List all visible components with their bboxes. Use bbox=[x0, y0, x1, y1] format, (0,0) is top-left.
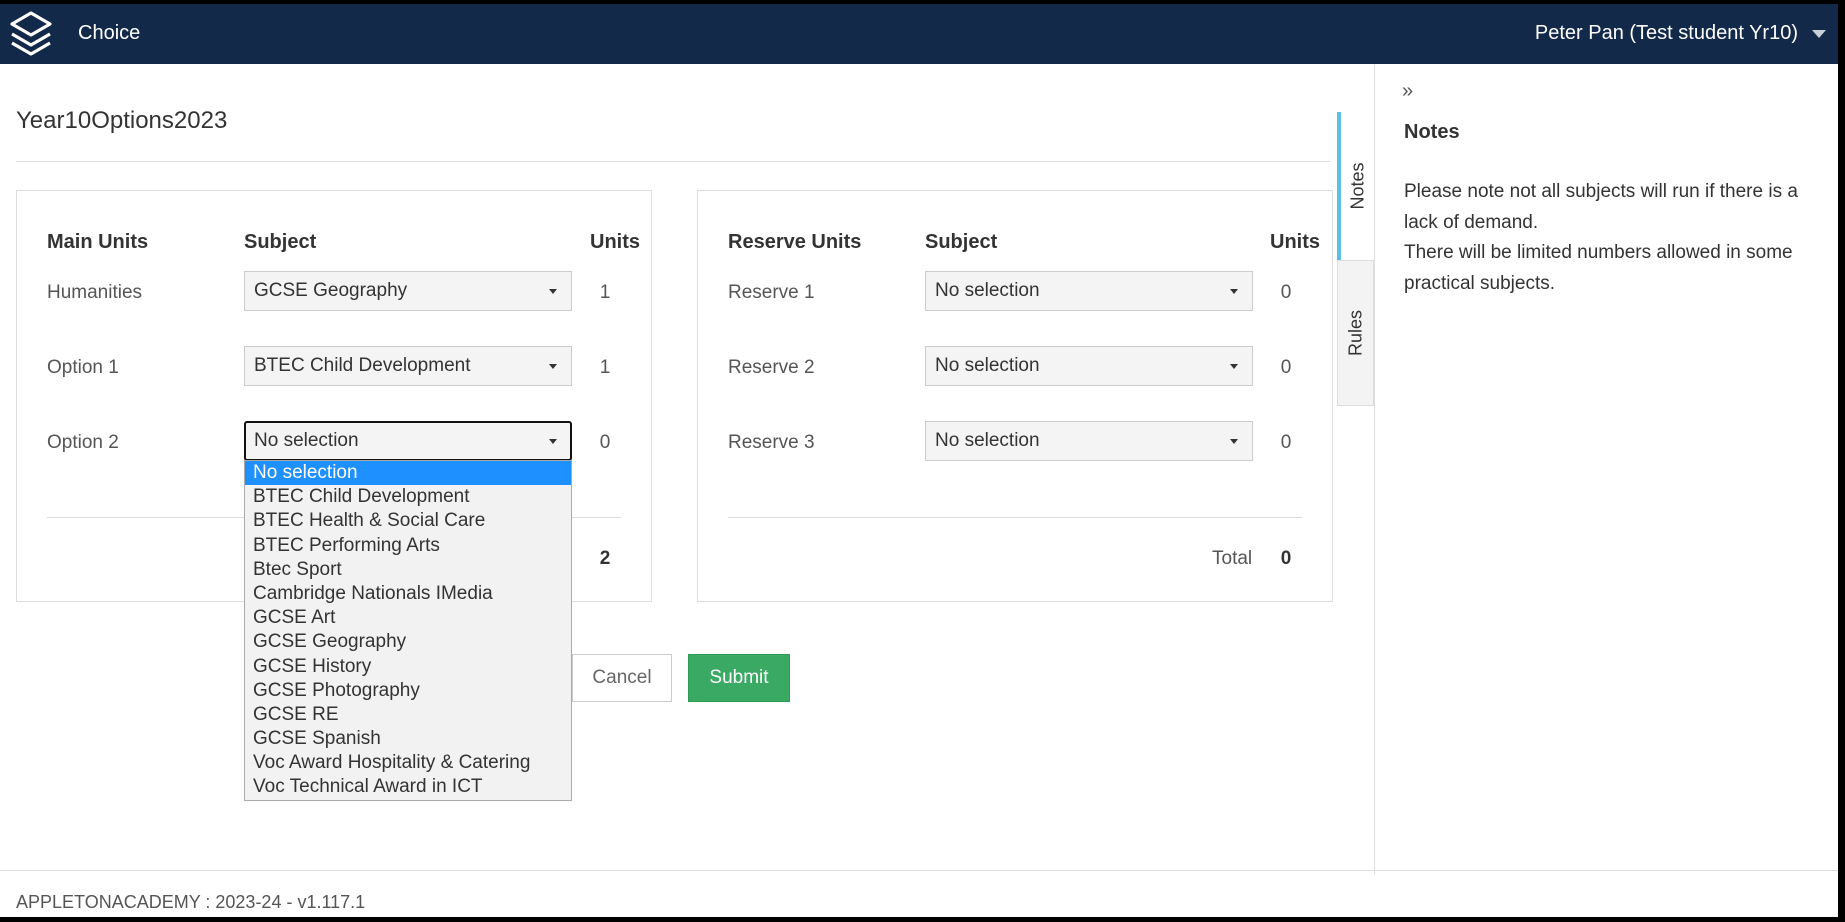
subject-select-reserve-2[interactable]: No selection bbox=[925, 346, 1253, 386]
units-value: 0 bbox=[599, 432, 611, 453]
select-value: BTEC Child Development bbox=[254, 355, 471, 376]
caret-down-icon bbox=[549, 289, 557, 294]
dropdown-option[interactable]: Voc Technical Award in ICT bbox=[245, 775, 571, 799]
dropdown-option[interactable]: Btec Sport bbox=[245, 558, 571, 582]
reserve-units-panel: Reserve Units Subject Units Reserve 1 No… bbox=[697, 190, 1333, 602]
caret-down-icon bbox=[1230, 289, 1238, 294]
notes-body: Please note not all subjects will run if… bbox=[1404, 177, 1824, 299]
subject-select-reserve-3[interactable]: No selection bbox=[925, 421, 1253, 461]
divider bbox=[728, 517, 1302, 518]
side-tabs: Notes Rules bbox=[1337, 112, 1374, 406]
subject-header: Subject bbox=[244, 231, 317, 253]
row-label-reserve-2: Reserve 2 bbox=[728, 357, 815, 378]
units-value: 0 bbox=[1280, 357, 1292, 378]
tab-notes[interactable]: Notes bbox=[1337, 112, 1374, 260]
select-value: GCSE Geography bbox=[254, 280, 408, 301]
units-value: 0 bbox=[1280, 432, 1292, 453]
dropdown-option[interactable]: Voc Award Hospitality & Catering bbox=[245, 751, 571, 775]
divider bbox=[16, 161, 1330, 162]
footer-version: APPLETONACADEMY : 2023-24 - v1.117.1 bbox=[16, 892, 366, 912]
chevron-down-icon bbox=[1812, 29, 1826, 38]
select-value: No selection bbox=[935, 355, 1040, 376]
top-bar: Choice Peter Pan (Test student Yr10) bbox=[0, 4, 1838, 64]
dropdown-option[interactable]: GCSE History bbox=[245, 655, 571, 679]
app-window: Choice Peter Pan (Test student Yr10) Yea… bbox=[0, 4, 1838, 917]
select-value: No selection bbox=[935, 430, 1040, 451]
dropdown-option[interactable]: BTEC Health & Social Care bbox=[245, 509, 571, 533]
user-name: Peter Pan (Test student Yr10) bbox=[1534, 22, 1798, 44]
caret-down-icon bbox=[549, 364, 557, 369]
note-line: There will be limited numbers allowed in… bbox=[1404, 242, 1793, 294]
row-label-humanities: Humanities bbox=[47, 282, 143, 303]
dropdown-option[interactable]: GCSE Art bbox=[245, 606, 571, 630]
dropdown-option[interactable]: BTEC Child Development bbox=[245, 485, 571, 509]
app-name: Choice bbox=[78, 22, 141, 44]
caret-down-icon bbox=[549, 439, 557, 444]
subject-header: Subject bbox=[925, 231, 998, 253]
collapse-panel-icon[interactable]: » bbox=[1402, 80, 1413, 103]
dropdown-option[interactable]: No selection bbox=[245, 461, 571, 486]
units-value: 1 bbox=[599, 357, 611, 378]
units-value: 0 bbox=[1280, 282, 1292, 303]
subject-select-option-1[interactable]: BTEC Child Development bbox=[244, 346, 572, 386]
dropdown-option[interactable]: GCSE RE bbox=[245, 703, 571, 727]
dropdown-option[interactable]: Cambridge Nationals IMedia bbox=[245, 582, 571, 606]
row-label-option-1: Option 1 bbox=[47, 357, 119, 378]
units-header: Units bbox=[590, 231, 640, 253]
main-units-total: 2 bbox=[599, 548, 611, 569]
dropdown-option[interactable]: GCSE Photography bbox=[245, 679, 571, 703]
select-value: No selection bbox=[935, 280, 1040, 301]
tab-label: Rules bbox=[1345, 309, 1365, 357]
note-line: Please note not all subjects will run if… bbox=[1404, 181, 1798, 233]
row-label-reserve-1: Reserve 1 bbox=[728, 282, 815, 303]
divider bbox=[1374, 64, 1375, 874]
caret-down-icon bbox=[1230, 439, 1238, 444]
page-title: Year10Options2023 bbox=[16, 107, 228, 134]
units-header: Units bbox=[1270, 231, 1320, 253]
row-label-option-2: Option 2 bbox=[47, 432, 119, 453]
user-menu[interactable]: Peter Pan (Test student Yr10) bbox=[1535, 22, 1826, 45]
dropdown-option[interactable]: GCSE Geography bbox=[245, 630, 571, 654]
subject-dropdown-list: No selection BTEC Child Development BTEC H… bbox=[244, 460, 572, 801]
reserve-units-total: 0 bbox=[1280, 548, 1292, 569]
subject-select-humanities[interactable]: GCSE Geography bbox=[244, 271, 572, 311]
caret-down-icon bbox=[1230, 364, 1238, 369]
notes-title: Notes bbox=[1404, 121, 1460, 143]
tab-label: Notes bbox=[1347, 162, 1367, 210]
subject-select-option-2[interactable]: No selection bbox=[244, 421, 572, 461]
submit-button[interactable]: Submit bbox=[688, 654, 790, 702]
subject-select-reserve-1[interactable]: No selection bbox=[925, 271, 1253, 311]
main-units-header: Main Units bbox=[47, 231, 149, 253]
divider bbox=[0, 870, 1838, 871]
dropdown-option[interactable]: BTEC Performing Arts bbox=[245, 534, 571, 558]
layers-logo-icon[interactable] bbox=[8, 10, 54, 60]
total-label: Total bbox=[1212, 548, 1253, 569]
tab-rules[interactable]: Rules bbox=[1337, 260, 1374, 406]
select-value: No selection bbox=[254, 430, 359, 451]
dropdown-option[interactable]: GCSE Spanish bbox=[245, 727, 571, 751]
cancel-button[interactable]: Cancel bbox=[572, 654, 672, 702]
units-value: 1 bbox=[599, 282, 611, 303]
reserve-units-header: Reserve Units bbox=[728, 231, 862, 253]
row-label-reserve-3: Reserve 3 bbox=[728, 432, 815, 453]
